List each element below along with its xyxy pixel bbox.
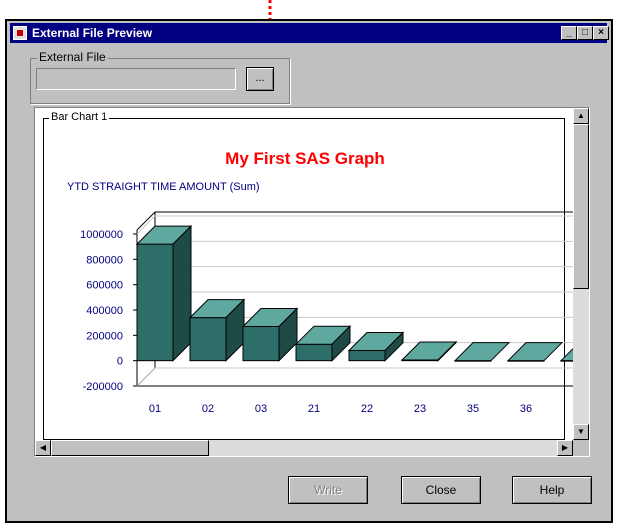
scroll-right-button[interactable]: ▶	[557, 440, 573, 456]
bar-side	[172, 224, 192, 362]
bar	[559, 347, 573, 362]
bar-chart: My First SAS Graph YTD STRAIGHT TIME AMO…	[67, 149, 573, 415]
maximize-button[interactable]: □	[577, 26, 593, 40]
gridline-side	[136, 367, 156, 387]
horizontal-scrollbar[interactable]: ◀ ▶	[35, 440, 573, 456]
x-tick-label: 21	[308, 403, 320, 415]
help-button[interactable]: Help	[512, 476, 592, 504]
x-tick-label: 35	[467, 403, 479, 415]
y-tick-label: 600000	[86, 280, 123, 292]
y-tick-label: 200000	[86, 330, 123, 342]
y-tick-label: -200000	[83, 381, 123, 393]
x-tick-label: 22	[361, 403, 373, 415]
bar-front	[348, 350, 386, 362]
scroll-up-button[interactable]: ▲	[573, 108, 589, 124]
x-tick-label: 02	[202, 403, 214, 415]
y-tick-label: 1000000	[80, 229, 123, 241]
bar	[347, 331, 405, 362]
write-button[interactable]: Write	[288, 476, 368, 504]
y-tick-label: 400000	[86, 305, 123, 317]
bar	[135, 224, 193, 362]
title-bar: External File Preview _ □ ×	[10, 23, 609, 43]
x-tick-labels: 01020321222335365	[149, 403, 532, 415]
chart-preview-area: Bar Chart 1 My First SAS Graph YTD STRAI…	[34, 107, 590, 457]
bar	[294, 324, 352, 362]
external-file-label: External File	[37, 50, 108, 64]
close-button[interactable]: Close	[401, 476, 481, 504]
y-tick-label: 0	[117, 356, 123, 368]
x-tick-label: 36	[520, 403, 532, 415]
bar	[506, 342, 564, 362]
close-window-button[interactable]: ×	[593, 26, 609, 40]
scroll-left-button[interactable]: ◀	[35, 440, 51, 456]
bar	[400, 340, 458, 362]
bar	[453, 342, 511, 362]
side-wall-top	[136, 211, 156, 231]
bar-top	[453, 342, 511, 362]
y-axis-label: YTD STRAIGHT TIME AMOUNT (Sum)	[67, 181, 260, 193]
bar-top	[506, 342, 564, 362]
minimize-button[interactable]: _	[561, 26, 577, 40]
x-tick-label: 23	[414, 403, 426, 415]
y-tick-label: 800000	[86, 254, 123, 266]
external-file-input[interactable]	[36, 68, 236, 90]
bar-top	[559, 347, 573, 362]
horizontal-scroll-thumb[interactable]	[51, 440, 209, 456]
vertical-scroll-thumb[interactable]	[573, 124, 589, 289]
chart-title: My First SAS Graph	[225, 149, 385, 168]
x-tick-label: 01	[149, 403, 161, 415]
bar-front	[189, 317, 227, 362]
app-icon	[13, 26, 27, 40]
bar	[188, 298, 246, 362]
bar-front	[295, 343, 333, 362]
bar-front	[242, 325, 280, 362]
bar	[241, 307, 299, 362]
browse-button[interactable]: ...	[246, 67, 274, 91]
y-tick-labels: 1000000 800000 600000 400000 200000 0 -200000	[80, 229, 123, 393]
vertical-scrollbar[interactable]: ▲ ▼	[573, 108, 589, 440]
bar-front	[136, 243, 174, 362]
x-tick-label: 03	[255, 403, 267, 415]
window-title: External File Preview	[32, 26, 153, 40]
scroll-down-button[interactable]: ▼	[573, 424, 589, 440]
scrollbar-corner	[573, 440, 589, 456]
bars	[135, 224, 573, 362]
